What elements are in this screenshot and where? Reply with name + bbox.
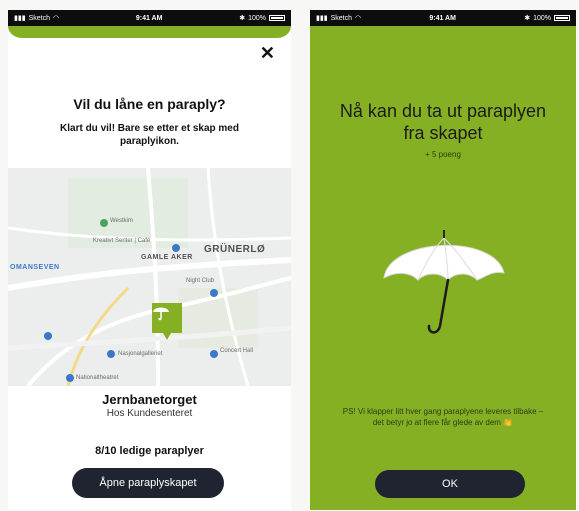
status-bar: ▮▮▮ Sketch ◠ 9:41 AM ✱ 100%	[8, 10, 291, 26]
battery-icon	[268, 15, 285, 21]
bluetooth-icon: ✱	[524, 15, 531, 22]
umbrella-location-pin[interactable]	[152, 303, 182, 340]
map-poi-label: Night Club	[186, 278, 215, 284]
status-right: ✱ 100%	[239, 14, 285, 22]
page-subtitle: Klart du vil! Bare se etter et skap med …	[60, 123, 239, 147]
status-left: ▮▮▮ Sketch ◠	[316, 14, 362, 23]
umbrella-icon	[383, 230, 505, 334]
location-subtitle: Hos Kundesenteret	[106, 408, 193, 419]
confirmation-title-line: fra skapet	[403, 123, 483, 143]
map-area-label: OMANSEVEN	[10, 264, 60, 271]
battery-label: 100%	[248, 14, 266, 22]
map-poi-label: Nationaltheatret	[76, 375, 119, 381]
map-poi-label: Nasjonalgalleriet	[118, 351, 163, 357]
header-strip	[8, 26, 291, 38]
phone-screen-left: ▮▮▮ Sketch ◠ 9:41 AM ✱ 100% ✕ Vil du lån…	[8, 10, 291, 510]
map-poi-label: Concert Hall	[220, 348, 254, 354]
confirmation-title: Nå kan du ta ut paraplyen fra skapet	[320, 100, 566, 144]
signal-icon: ▮▮▮	[316, 15, 328, 22]
status-bar: ▮▮▮ Sketch ◠ 9:41 AM ✱ 100%	[310, 10, 576, 26]
status-time: 9:41 AM	[429, 14, 456, 22]
map-area-label: GRÜNERLØ	[204, 244, 266, 255]
status-right: ✱ 100%	[524, 14, 570, 22]
battery-icon	[553, 15, 570, 21]
map-poi-label: Westkim	[110, 218, 133, 224]
wifi-icon: ◠	[52, 15, 60, 22]
status-time: 9:41 AM	[135, 14, 163, 22]
ok-button[interactable]: OK	[375, 470, 525, 498]
confirmation-title-line: Nå kan du ta ut paraplyen	[339, 101, 547, 121]
availability-count: 8/10 ledige paraplyer	[95, 445, 204, 457]
umbrella-icon	[153, 307, 169, 321]
battery-label: 100%	[533, 14, 551, 22]
ps-message: PS! Vi klapper litt hver gang paraplyene…	[342, 407, 544, 427]
location-name: Jernbanetorget	[102, 392, 197, 407]
open-umbrella-cabinet-button[interactable]: Åpne paraplyskapet	[72, 468, 224, 498]
signal-icon: ▮▮▮	[14, 15, 26, 22]
phone-screen-right: ▮▮▮ Sketch ◠ 9:41 AM ✱ 100% Nå kan du ta…	[310, 10, 576, 510]
map-area-label: GAMLE AKER	[141, 254, 193, 261]
map-poi-label: Kreativt Senter | Café	[93, 238, 151, 244]
carrier-label: Sketch	[330, 14, 352, 22]
wifi-icon: ◠	[354, 15, 362, 22]
carrier-label: Sketch	[28, 14, 50, 22]
status-left: ▮▮▮ Sketch ◠	[14, 14, 60, 23]
points-earned: + 5 poeng	[425, 150, 461, 159]
umbrella-illustration	[374, 208, 514, 348]
close-icon[interactable]: ✕	[260, 44, 275, 62]
page-title: Vil du låne en paraply?	[73, 96, 226, 112]
map-view[interactable]: GAMLE AKER GRÜNERLØ OMANSEVEN Westkim Kr…	[8, 168, 291, 386]
bluetooth-icon: ✱	[239, 15, 246, 22]
